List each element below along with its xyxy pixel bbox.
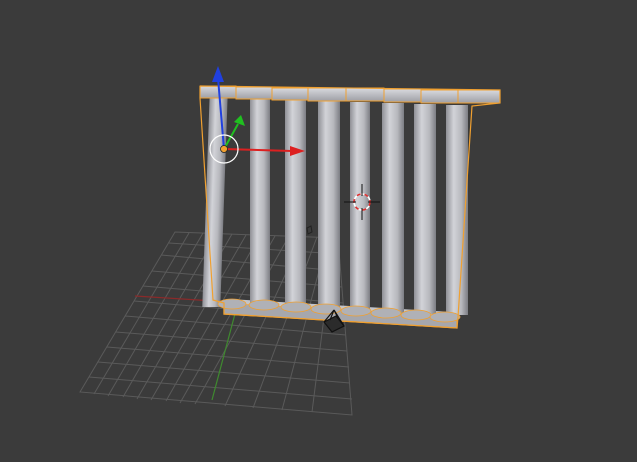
column	[307, 87, 347, 315]
viewport-canvas[interactable]	[0, 0, 637, 462]
light-icon[interactable]	[306, 225, 313, 235]
object-origin-icon	[220, 145, 228, 153]
3d-viewport[interactable]	[0, 0, 637, 462]
gizmo-y-arrow-icon[interactable]	[234, 115, 245, 126]
column	[271, 87, 312, 313]
colonnade-object[interactable]	[199, 85, 501, 329]
gizmo-z-arrow-icon[interactable]	[212, 66, 224, 82]
gizmo-x-axis[interactable]	[223, 148, 293, 152]
